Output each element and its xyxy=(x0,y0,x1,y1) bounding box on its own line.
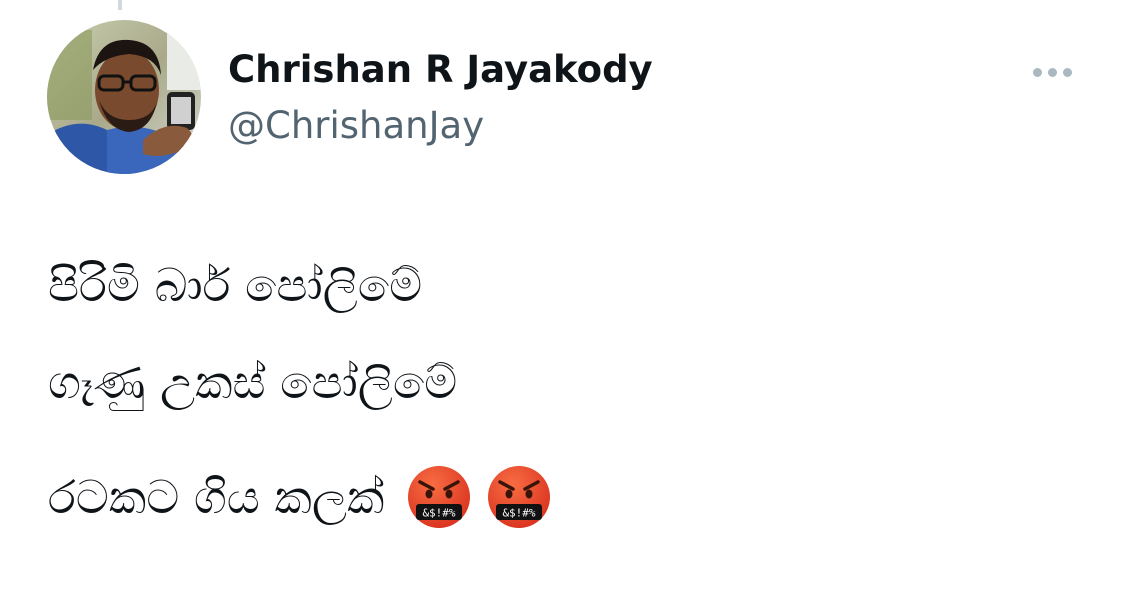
thread-connector-line xyxy=(118,0,122,10)
more-dot-icon xyxy=(1032,67,1042,77)
author-handle[interactable]: @ChrishanJay xyxy=(228,100,484,152)
face-with-symbols-on-mouth-icon: &$!#% xyxy=(406,464,472,530)
more-dot-icon xyxy=(1062,67,1072,77)
avatar-photo xyxy=(47,20,201,174)
tweet-line: රටකට ගිය කලක් &$!#% &$!#% xyxy=(48,462,552,532)
tweet-line: ගෑණු උකස් පෝලිමේ xyxy=(48,355,458,409)
author-name[interactable]: Chrishan R Jayakody xyxy=(228,44,653,96)
avatar[interactable] xyxy=(47,20,201,174)
tweet-line: පිරිමි බාර් පෝලිමේ xyxy=(48,258,423,312)
more-dot-icon xyxy=(1047,67,1057,77)
more-options-button[interactable] xyxy=(1024,56,1080,88)
tweet-line-text: රටකට ගිය කලක් xyxy=(48,470,385,524)
emoji-symbols-text: &$!#% xyxy=(423,507,456,520)
emoji-group: &$!#% &$!#% xyxy=(406,464,552,530)
emoji-symbols-text: &$!#% xyxy=(503,507,536,520)
face-with-symbols-on-mouth-icon: &$!#% xyxy=(486,464,552,530)
